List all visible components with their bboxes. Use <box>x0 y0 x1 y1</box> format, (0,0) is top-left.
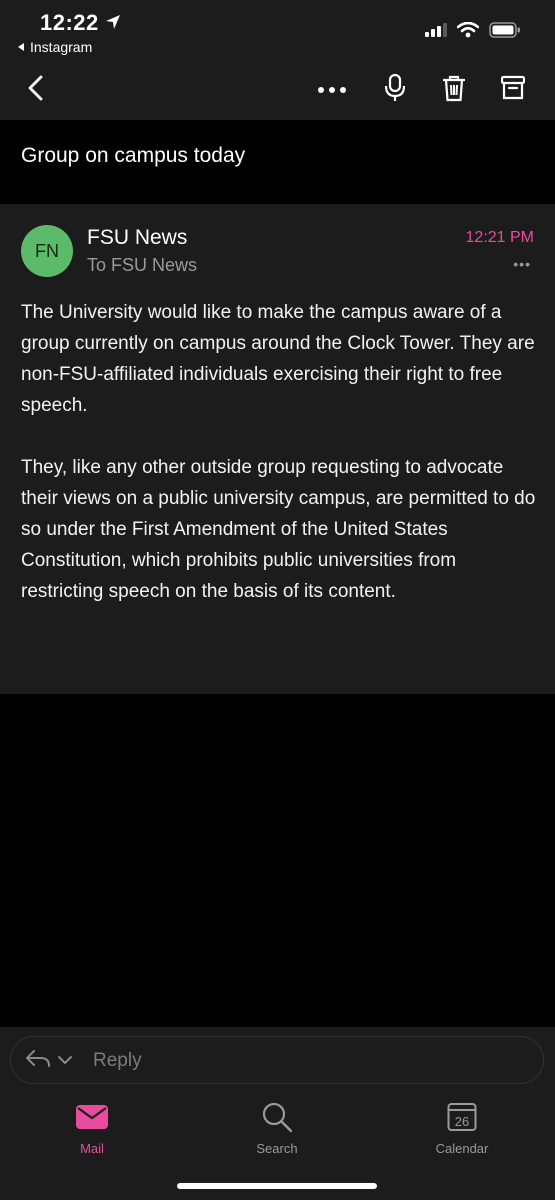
trash-icon <box>442 74 466 107</box>
back-triangle-icon <box>16 39 26 55</box>
message-more-icon[interactable]: ••• <box>513 256 531 272</box>
subject-bar: Group on campus today <box>0 120 555 204</box>
delete-button[interactable] <box>436 72 472 108</box>
archive-icon <box>500 75 526 106</box>
wifi-icon <box>456 21 480 43</box>
screen: 12:22 Instagram Group on campus today FN… <box>0 0 555 1200</box>
tab-label: Search <box>256 1141 298 1156</box>
microphone-icon <box>384 73 406 108</box>
archive-button[interactable] <box>495 72 531 108</box>
sender-name[interactable]: FSU News <box>87 226 187 250</box>
tab-search[interactable]: Search <box>217 1101 337 1156</box>
reply-arrow-icon <box>25 1048 51 1073</box>
email-toolbar <box>0 62 555 118</box>
email-subject: Group on campus today <box>21 144 246 167</box>
dictate-button[interactable] <box>377 72 413 108</box>
mail-icon <box>32 1101 152 1133</box>
location-arrow-icon <box>105 10 121 36</box>
calendar-day: 26 <box>455 1114 469 1129</box>
battery-icon <box>489 22 521 43</box>
time-text: 12:22 <box>40 10 99 35</box>
calendar-icon: 26 <box>402 1101 522 1133</box>
reply-label: Reply <box>93 1050 142 1071</box>
body-paragraph: They, like any other outside group reque… <box>21 457 536 602</box>
tab-label: Mail <box>80 1141 104 1156</box>
tab-mail[interactable]: Mail <box>32 1101 152 1156</box>
message-card: FN FSU News To FSU News 12:21 PM ••• The… <box>0 204 555 694</box>
back-button[interactable] <box>18 72 54 108</box>
home-indicator[interactable] <box>177 1183 377 1189</box>
reply-field[interactable]: Reply <box>10 1036 544 1084</box>
status-time: 12:22 <box>40 10 121 36</box>
bottom-bar: Reply Mail Search 26 Calendar <box>0 1027 555 1200</box>
back-to-app[interactable]: Instagram <box>16 39 92 55</box>
top-bar: 12:22 Instagram <box>0 0 555 120</box>
status-indicators <box>425 21 521 43</box>
avatar[interactable]: FN <box>21 225 73 277</box>
cellular-signal-icon <box>425 23 447 42</box>
body-paragraph: The University would like to make the ca… <box>21 302 535 416</box>
tab-calendar[interactable]: 26 Calendar <box>402 1101 522 1156</box>
chevron-left-icon <box>26 74 46 107</box>
chevron-down-icon <box>57 1052 73 1070</box>
search-icon <box>217 1101 337 1133</box>
tab-label: Calendar <box>435 1141 489 1156</box>
recipient-line[interactable]: To FSU News <box>87 255 197 276</box>
reply-options[interactable] <box>25 1048 73 1073</box>
message-body: The University would like to make the ca… <box>21 297 536 607</box>
more-icon <box>317 81 347 99</box>
back-app-label: Instagram <box>30 39 93 55</box>
tab-bar: Mail Search 26 Calendar <box>0 1095 555 1165</box>
message-time: 12:21 PM <box>465 229 534 246</box>
more-button[interactable] <box>314 72 350 108</box>
